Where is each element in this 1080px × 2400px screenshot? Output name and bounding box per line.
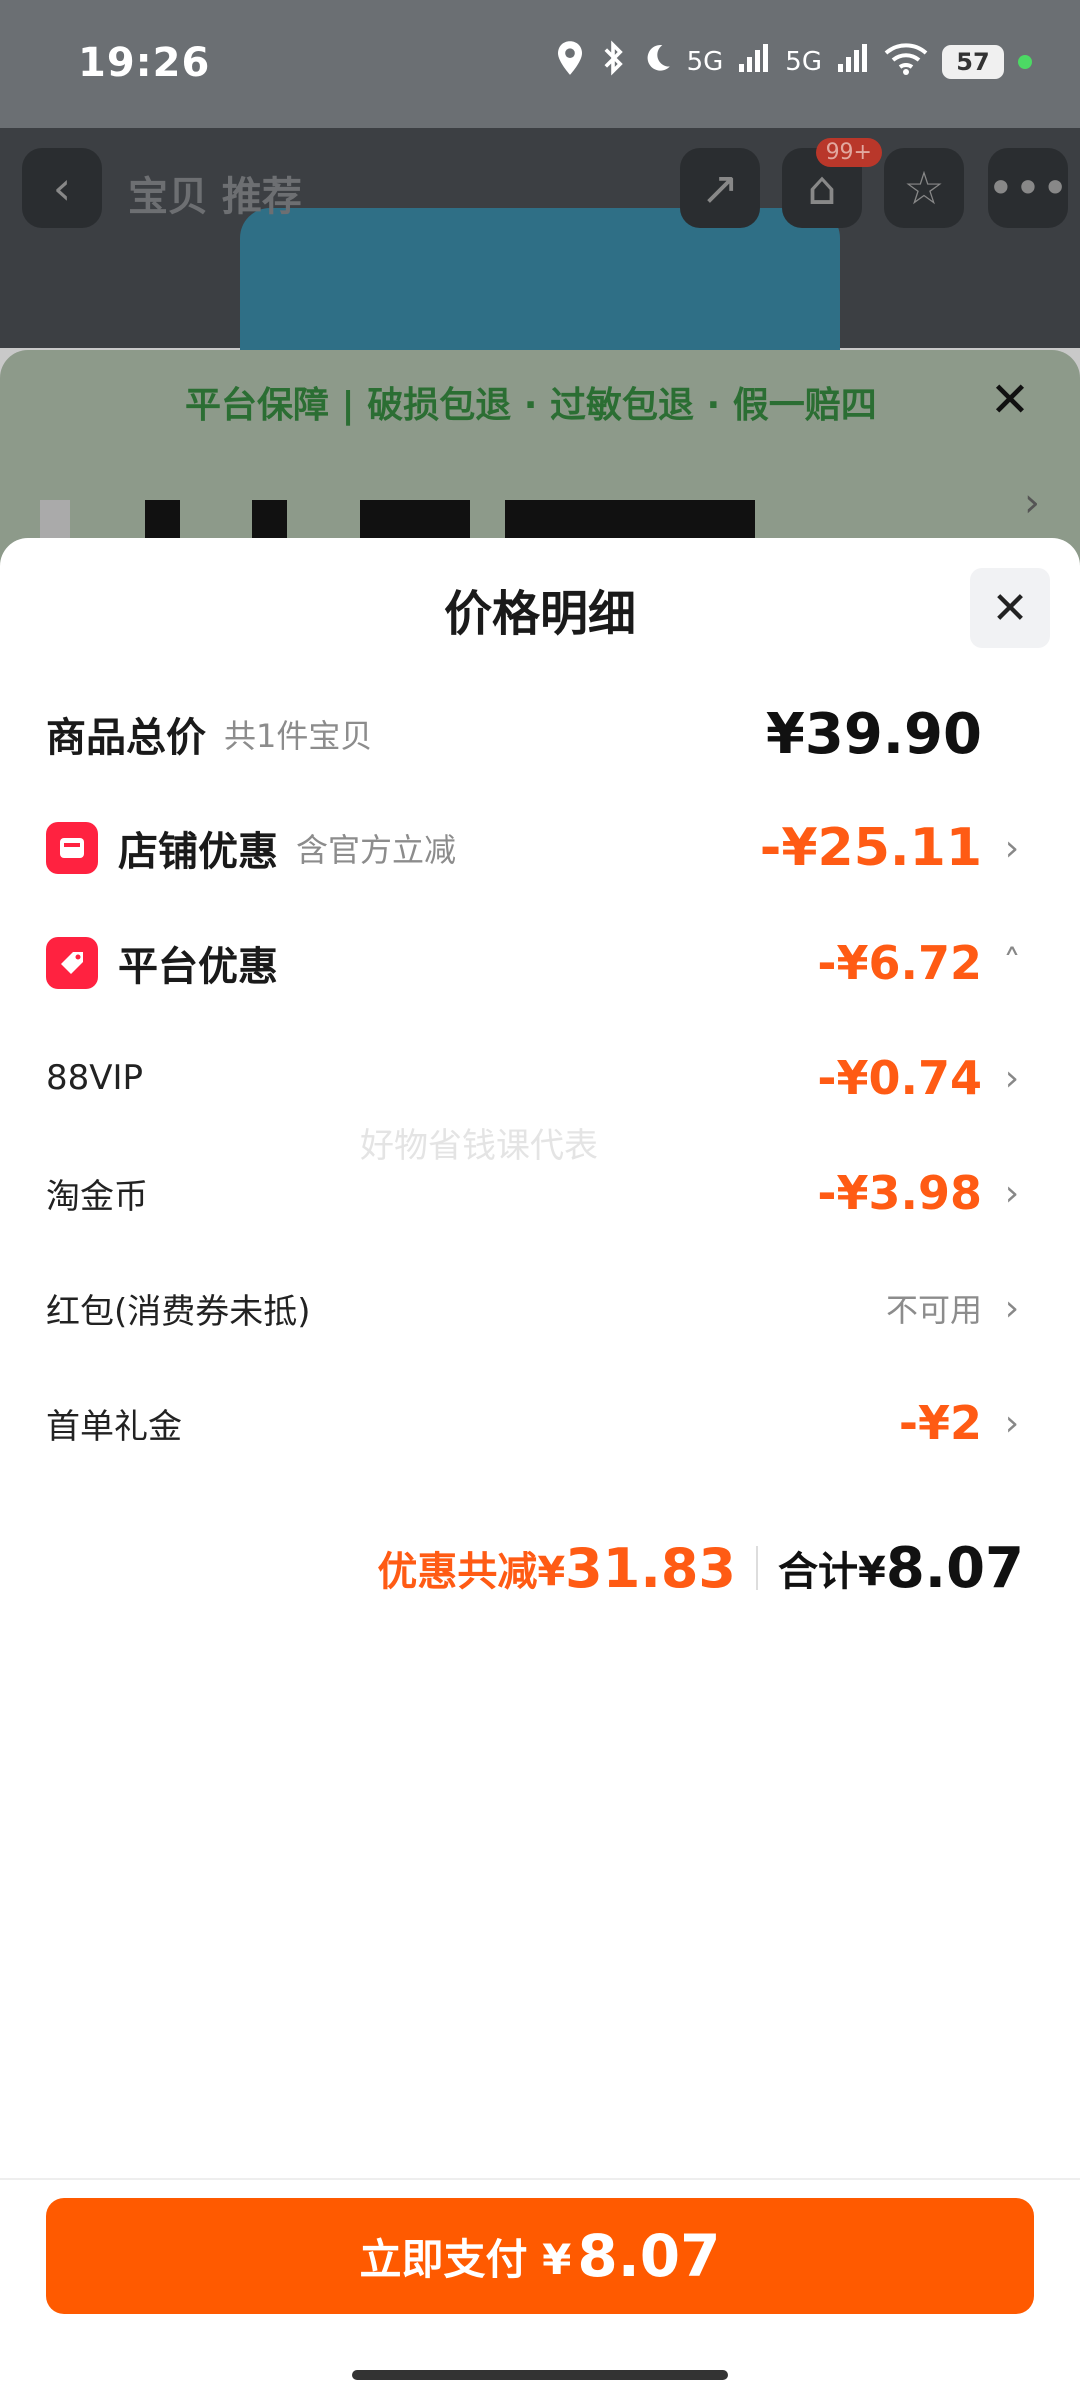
- star-icon[interactable]: ☆: [884, 148, 964, 228]
- row-platform-discount[interactable]: 平台优惠 -¥6.72 ˄: [0, 923, 1080, 1003]
- more-icon[interactable]: •••: [987, 148, 1069, 228]
- chevron-right-icon: ›: [1004, 827, 1020, 869]
- row-label: 商品总价: [46, 715, 206, 761]
- moon-icon: [641, 42, 673, 81]
- nav-tabs: 宝贝 推荐: [128, 174, 302, 220]
- close-button[interactable]: ✕: [970, 568, 1050, 648]
- redacted-block: [505, 500, 755, 540]
- chevron-right-icon: ›: [1004, 1402, 1020, 1444]
- redacted-block: [145, 500, 180, 540]
- total-price-value: ¥39.90: [765, 701, 982, 767]
- redacted-block: [360, 500, 470, 540]
- close-icon: ✕: [991, 582, 1029, 634]
- row-red-packet[interactable]: 红包(消费券未抵) 不可用 ›: [0, 1268, 1080, 1348]
- row-label: 店铺优惠: [118, 829, 278, 875]
- row-label: 平台优惠: [118, 944, 278, 990]
- bluetooth-icon: [599, 40, 627, 83]
- pay-button-label: 立即支付 ¥: [359, 2234, 572, 2284]
- row-store-discount[interactable]: 店铺优惠 含官方立减 -¥25.11 ›: [0, 808, 1080, 888]
- battery-icon: 57: [942, 44, 1004, 79]
- price-summary: 优惠共减¥ 31.83 合计¥ 8.07: [377, 1528, 1024, 1608]
- vip-discount-value: -¥0.74: [817, 1051, 982, 1105]
- saved-label: 优惠共减¥: [377, 1549, 566, 1595]
- row-taojinbi[interactable]: 淘金币 -¥3.98 ›: [0, 1153, 1080, 1233]
- first-order-value: -¥2: [898, 1396, 982, 1450]
- redacted-block: [252, 500, 287, 540]
- network-5g-label-2: 5G: [785, 46, 822, 77]
- home-indicator[interactable]: [352, 2370, 728, 2380]
- close-icon[interactable]: ✕: [982, 372, 1038, 428]
- row-sub-label: 含官方立减: [296, 831, 457, 869]
- pay-button-amount: 8.07: [577, 2222, 721, 2290]
- row-label: 88VIP: [46, 1058, 144, 1098]
- pay-now-button[interactable]: 立即支付 ¥ 8.07: [46, 2198, 1034, 2314]
- row-label: 红包(消费券未抵): [46, 1291, 311, 1332]
- coin-discount-value: -¥3.98: [817, 1166, 982, 1220]
- sheet-title: 价格明细: [443, 586, 636, 642]
- location-icon: [555, 40, 585, 83]
- tag-icon: [46, 937, 98, 989]
- signal-icon: [737, 42, 771, 81]
- chevron-right-icon: ›: [1004, 1057, 1020, 1099]
- red-packet-status: 不可用: [885, 1291, 982, 1329]
- store-discount-value: -¥25.11: [759, 818, 982, 878]
- total-label: 合计¥: [777, 1549, 886, 1595]
- row-first-order-gift[interactable]: 首单礼金 -¥2 ›: [0, 1383, 1080, 1463]
- chevron-up-icon: ˄: [1003, 942, 1021, 984]
- saved-value: 31.83: [565, 1536, 736, 1600]
- chevron-right-icon: ›: [1004, 1287, 1020, 1329]
- back-icon[interactable]: ‹: [22, 148, 102, 228]
- price-detail-sheet: 价格明细 ✕ 商品总价 共1件宝贝 ¥39.90 店铺优惠 含官方立减 -¥25…: [0, 538, 1080, 2400]
- signal-icon-2: [836, 42, 870, 81]
- guarantee-text: 平台保障 | 破损包退 · 过敏包退 · 假一赔四: [185, 385, 877, 426]
- status-time: 19:26: [78, 40, 211, 86]
- divider: [755, 1546, 758, 1590]
- row-label: 淘金币: [46, 1176, 148, 1217]
- bottom-divider: [0, 2178, 1080, 2180]
- share-icon[interactable]: ↗: [680, 148, 760, 228]
- product-image: [240, 208, 840, 358]
- cart-badge: 99+: [815, 138, 882, 167]
- platform-discount-value: -¥6.72: [817, 936, 982, 990]
- row-sub-label: 共1件宝贝: [224, 717, 373, 755]
- status-icons: 5G 5G 57: [555, 40, 1032, 83]
- status-bar: 19:26 5G 5G 57: [0, 0, 1080, 128]
- wifi-icon: [884, 41, 928, 82]
- store-icon: [46, 822, 98, 874]
- chevron-right-icon: ›: [1024, 480, 1040, 526]
- row-total-price: 商品总价 共1件宝贝 ¥39.90: [0, 694, 1080, 774]
- privacy-indicator-dot: [1018, 54, 1032, 69]
- total-value: 8.07: [885, 1535, 1024, 1601]
- product-nav-dimmed: ‹ 宝贝 推荐 ↗ ⌂ 99+ ☆ •••: [0, 128, 1080, 358]
- row-label: 首单礼金: [46, 1406, 182, 1447]
- network-5g-label: 5G: [686, 46, 724, 77]
- redacted-block: [40, 500, 70, 540]
- cart-icon[interactable]: ⌂ 99+: [782, 138, 882, 228]
- chevron-right-icon: ›: [1004, 1172, 1020, 1214]
- row-88vip[interactable]: 88VIP -¥0.74 ›: [0, 1038, 1080, 1118]
